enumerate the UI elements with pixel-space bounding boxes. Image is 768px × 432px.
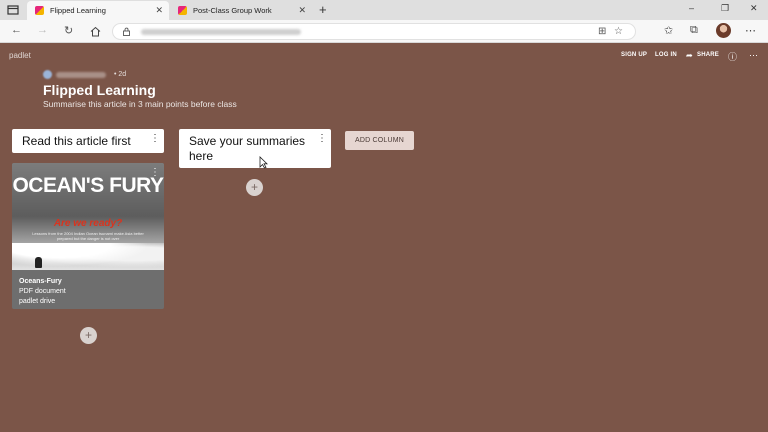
browser-tab-bar: Flipped Learning ✕ Post-Class Group Work… — [0, 0, 768, 20]
restore-button[interactable]: ❐ — [721, 3, 729, 14]
add-favorite-icon[interactable]: ☆ — [614, 26, 623, 37]
lock-icon[interactable] — [122, 27, 131, 36]
add-column-button[interactable]: ADD COLUMN — [345, 131, 414, 150]
column-menu-icon[interactable]: ⋮ — [317, 134, 327, 144]
share-icon[interactable]: ➦ — [686, 51, 693, 60]
add-post-button-column-1[interactable]: + — [80, 327, 97, 344]
attachment-meta: Oceans-Fury PDF document padlet drive — [19, 277, 66, 307]
close-tab-icon[interactable]: ✕ — [155, 5, 163, 16]
refresh-icon[interactable]: ↻ — [64, 24, 73, 37]
favorites-icon[interactable]: ✩ — [664, 24, 673, 37]
thumbnail-blurb: Lessons from the 2004 Indian Ocean tsuna… — [32, 231, 144, 241]
share-link[interactable]: SHARE — [697, 52, 719, 58]
padlet-favicon-icon — [35, 6, 44, 15]
new-tab-button[interactable]: + — [319, 2, 327, 17]
page-subtitle: Summarise this article in 3 main points … — [43, 99, 237, 109]
close-tab-icon[interactable]: ✕ — [298, 5, 306, 16]
column-title: Save your summaries here — [189, 134, 306, 163]
tab-flipped-learning[interactable]: Flipped Learning ✕ — [27, 1, 169, 20]
padlet-logo[interactable]: padlet — [9, 51, 31, 60]
tab-title: Post-Class Group Work — [193, 6, 272, 15]
back-arrow-icon[interactable]: ← — [11, 24, 22, 36]
attachment-source: padlet drive — [19, 298, 56, 305]
profile-avatar[interactable] — [716, 23, 731, 38]
padlet-favicon-icon — [178, 6, 187, 15]
thumbnail-tagline: Are we ready? — [53, 218, 123, 229]
post-menu-icon[interactable]: ⋮ — [150, 168, 160, 178]
person-silhouette — [35, 257, 42, 268]
forward-arrow-icon[interactable]: → — [37, 24, 48, 36]
column-menu-icon[interactable]: ⋮ — [150, 134, 160, 144]
window-close-button[interactable]: ✕ — [750, 3, 758, 14]
tab-actions-icon[interactable] — [6, 3, 20, 17]
tab-title: Flipped Learning — [50, 6, 106, 15]
post-age: • 2d — [114, 71, 127, 78]
more-menu-icon[interactable]: ⋯ — [745, 24, 756, 37]
address-bar[interactable]: ☆ ⊞ — [112, 23, 636, 40]
collections-icon[interactable]: ⧉ — [690, 24, 698, 37]
help-icon[interactable]: ⓘ — [728, 50, 737, 63]
minimize-button[interactable]: – — [689, 3, 694, 13]
author-name-blurred — [56, 72, 106, 78]
column-header-read-article[interactable]: Read this article first ⋮ — [12, 129, 164, 153]
post-card-oceans-fury[interactable]: OCEAN'S FURY Are we ready? Lessons from … — [12, 163, 164, 309]
browser-toolbar: ← → ↻ ☆ ⊞ ✩ ⧉ ⋯ — [0, 20, 768, 43]
log-in-link[interactable]: LOG IN — [655, 52, 677, 58]
apps-icon[interactable]: ⊞ — [598, 26, 606, 37]
thumbnail-title: OCEAN'S FURY — [12, 174, 164, 197]
page-title: Flipped Learning — [43, 82, 156, 98]
mouse-cursor-icon — [259, 156, 268, 169]
column-title: Read this article first — [22, 134, 131, 148]
tab-post-class-group-work[interactable]: Post-Class Group Work ✕ — [170, 1, 312, 20]
url-text-blurred — [141, 29, 301, 35]
more-options-icon[interactable]: ⋯ — [749, 50, 758, 61]
sign-up-link[interactable]: SIGN UP — [621, 52, 647, 58]
attachment-file-type: PDF document — [19, 288, 66, 295]
pdf-thumbnail[interactable]: OCEAN'S FURY Are we ready? Lessons from … — [12, 163, 164, 270]
column-header-summaries[interactable]: Save your summaries here ⋮ — [179, 129, 331, 168]
add-post-button-column-2[interactable]: + — [246, 179, 263, 196]
attachment-file-name: Oceans-Fury — [19, 278, 62, 285]
home-icon[interactable] — [90, 26, 101, 37]
author-avatar — [43, 70, 52, 79]
